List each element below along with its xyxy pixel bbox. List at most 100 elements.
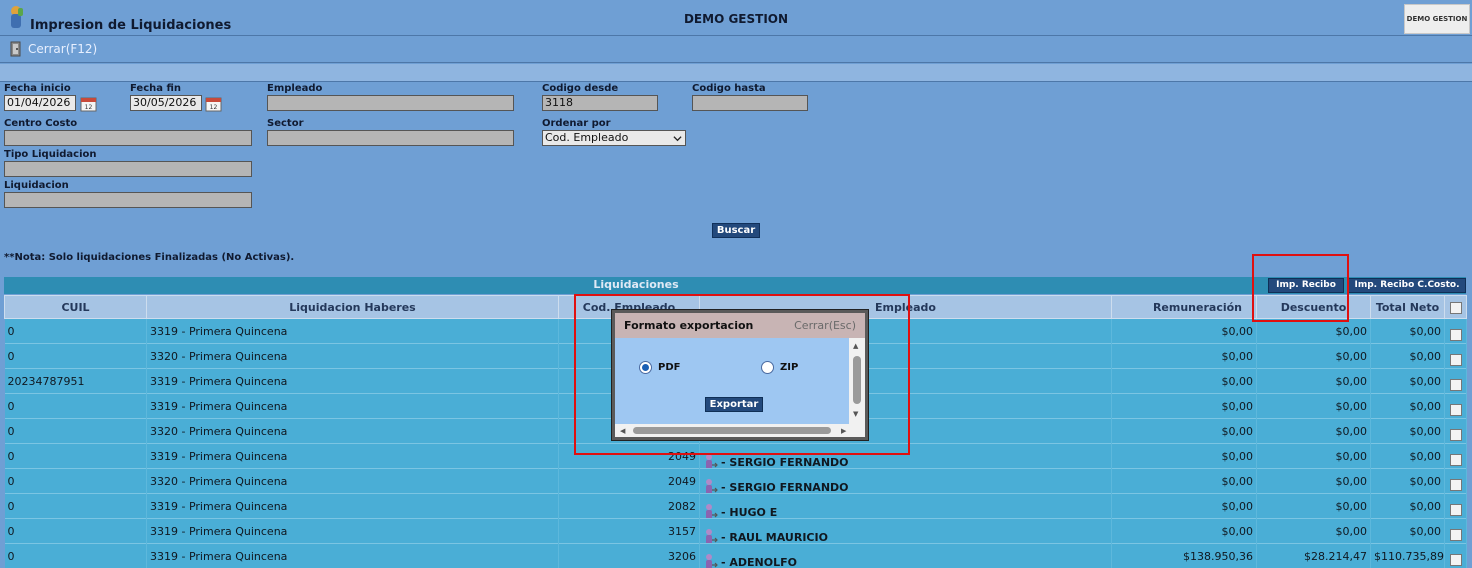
codigo-desde-label: Codigo desde [542,83,619,94]
row-checkbox[interactable] [1449,453,1462,466]
dialog-horizontal-scrollbar[interactable]: ◀ ▶ [615,424,865,437]
fecha-inicio-field[interactable]: 01/04/2026 [4,95,76,111]
row-checkbox[interactable] [1449,503,1462,516]
cell-empleado: - RAUL MAURICIO [699,518,1112,544]
ordenar-por-value: Cod. Empleado [545,131,629,144]
cell-cuil: 0 [4,343,147,369]
employee-cell: - HUGO E [703,503,1108,519]
radio-zip[interactable]: ZIP [761,361,798,374]
radio-pdf[interactable]: PDF [639,361,680,374]
scroll-left-icon[interactable]: ◀ [620,427,625,435]
employee-cell: - SERGIO FERNANDO [703,453,1108,469]
cell-liquidacion: 3319 - Primera Quincena [146,518,559,544]
search-button[interactable]: Buscar [712,223,760,238]
cell-cuil: 0 [4,443,147,469]
cell-remuneracion: $0,00 [1111,368,1257,394]
cell-cuil: 0 [4,493,147,519]
cell-remuneracion: $138.950,36 [1111,543,1257,568]
cell-descuento: $0,00 [1256,343,1371,369]
scroll-right-icon[interactable]: ▶ [841,427,846,435]
cell-remuneracion: $0,00 [1111,343,1257,369]
employee-name: - RAUL MAURICIO [721,530,828,544]
export-button[interactable]: Exportar [705,397,763,412]
column-header-remuneracion[interactable]: Remuneración [1111,295,1257,319]
row-checkbox[interactable] [1449,528,1462,541]
toolbar-separator [0,64,1472,82]
table-row[interactable]: 0 3319 - Primera Quincena 3206 - ADENOLFO $1… [4,543,1467,568]
column-header-total-neto[interactable]: Total Neto [1370,295,1445,319]
tipo-liquidacion-label: Tipo Liquidacion [4,149,97,160]
cell-liquidacion: 3320 - Primera Quincena [146,468,559,494]
table-row[interactable]: 0 3319 - Primera Quincena 2049 - SERGIO FER… [4,443,1467,469]
cell-liquidacion: 3319 - Primera Quincena [146,318,559,344]
centro-costo-field[interactable] [4,130,252,146]
imp-recibo-button[interactable]: Imp. Recibo [1268,278,1344,293]
sector-field[interactable] [267,130,514,146]
cell-liquidacion: 3319 - Primera Quincena [146,443,559,469]
cell-empleado: - SERGIO FERNANDO [699,443,1112,469]
select-all-checkbox[interactable] [1449,301,1462,314]
dialog-vertical-scrollbar[interactable]: ▲ ▼ [849,338,865,424]
empleado-field[interactable] [267,95,514,111]
row-checkbox[interactable] [1449,553,1462,566]
row-checkbox[interactable] [1449,428,1462,441]
column-header-cuil[interactable]: CUIL [4,295,147,319]
ordenar-por-label: Ordenar por [542,118,611,129]
table-row[interactable]: 0 3319 - Primera Quincena 2082 - HUGO E $0,0… [4,493,1467,519]
liquidaciones-header: Liquidaciones Imp. Recibo Imp. Recibo C.… [4,277,1466,294]
table-row[interactable]: 0 3320 - Primera Quincena 2049 - SERGIO FER… [4,468,1467,494]
cell-select [1444,318,1467,344]
cell-cuil: 20234787951 [4,368,147,394]
codigo-hasta-field[interactable] [692,95,808,111]
cell-select [1444,343,1467,369]
fecha-fin-field[interactable]: 30/05/2026 [130,95,202,111]
row-checkbox[interactable] [1449,478,1462,491]
person-icon [706,529,718,544]
cell-remuneracion: $0,00 [1111,468,1257,494]
vertical-scroll-thumb[interactable] [853,356,861,404]
horizontal-scroll-thumb[interactable] [633,427,831,434]
cell-total-neto: $0,00 [1370,393,1445,419]
cell-descuento: $0,00 [1256,493,1371,519]
column-header-descuento[interactable]: Descuento [1256,295,1371,319]
table-row[interactable]: 0 3319 - Primera Quincena 3157 - RAUL MAURI… [4,518,1467,544]
person-icon [706,554,718,568]
cell-cod-empleado: 3206 [558,543,700,568]
cell-cod-empleado: 2082 [558,493,700,519]
company-logo: DEMO GESTION [1404,4,1470,34]
scroll-down-icon[interactable]: ▼ [853,410,858,418]
cell-total-neto: $0,00 [1370,468,1445,494]
cell-total-neto: $0,00 [1370,493,1445,519]
centro-costo-label: Centro Costo [4,118,78,129]
row-checkbox[interactable] [1449,378,1462,391]
row-checkbox[interactable] [1449,328,1462,341]
cell-total-neto: $0,00 [1370,443,1445,469]
employee-cell: - RAUL MAURICIO [703,528,1108,544]
company-logo-text: DEMO GESTION [1406,15,1468,23]
ordenar-por-select[interactable]: Cod. Empleado [542,130,686,146]
calendar-icon[interactable]: 12 [205,95,223,112]
liquidacion-field[interactable] [4,192,252,208]
radio-zip-label: ZIP [780,362,799,373]
imp-recibo-ccosto-button[interactable]: Imp. Recibo C.Costo. [1348,278,1466,293]
tipo-liquidacion-field[interactable] [4,161,252,177]
cell-empleado: - HUGO E [699,493,1112,519]
close-button[interactable]: Cerrar(F12) [8,41,97,57]
door-exit-icon [10,41,21,57]
column-header-liquidacion[interactable]: Liquidacion Haberes [146,295,559,319]
employee-name: - SERGIO FERNANDO [721,455,849,469]
sector-label: Sector [267,118,304,129]
dialog-close-button[interactable]: Cerrar(Esc) [794,319,856,332]
scroll-up-icon[interactable]: ▲ [853,342,858,350]
cell-cuil: 0 [4,543,147,568]
fecha-fin-label: Fecha fin [130,83,182,94]
cell-select [1444,443,1467,469]
calendar-icon[interactable]: 12 [80,95,98,112]
radio-zip-indicator [761,361,774,374]
row-checkbox[interactable] [1449,353,1462,366]
cell-liquidacion: 3319 - Primera Quincena [146,493,559,519]
cell-descuento: $0,00 [1256,518,1371,544]
codigo-desde-field[interactable]: 3118 [542,95,658,111]
row-checkbox[interactable] [1449,403,1462,416]
cell-cuil: 0 [4,418,147,444]
